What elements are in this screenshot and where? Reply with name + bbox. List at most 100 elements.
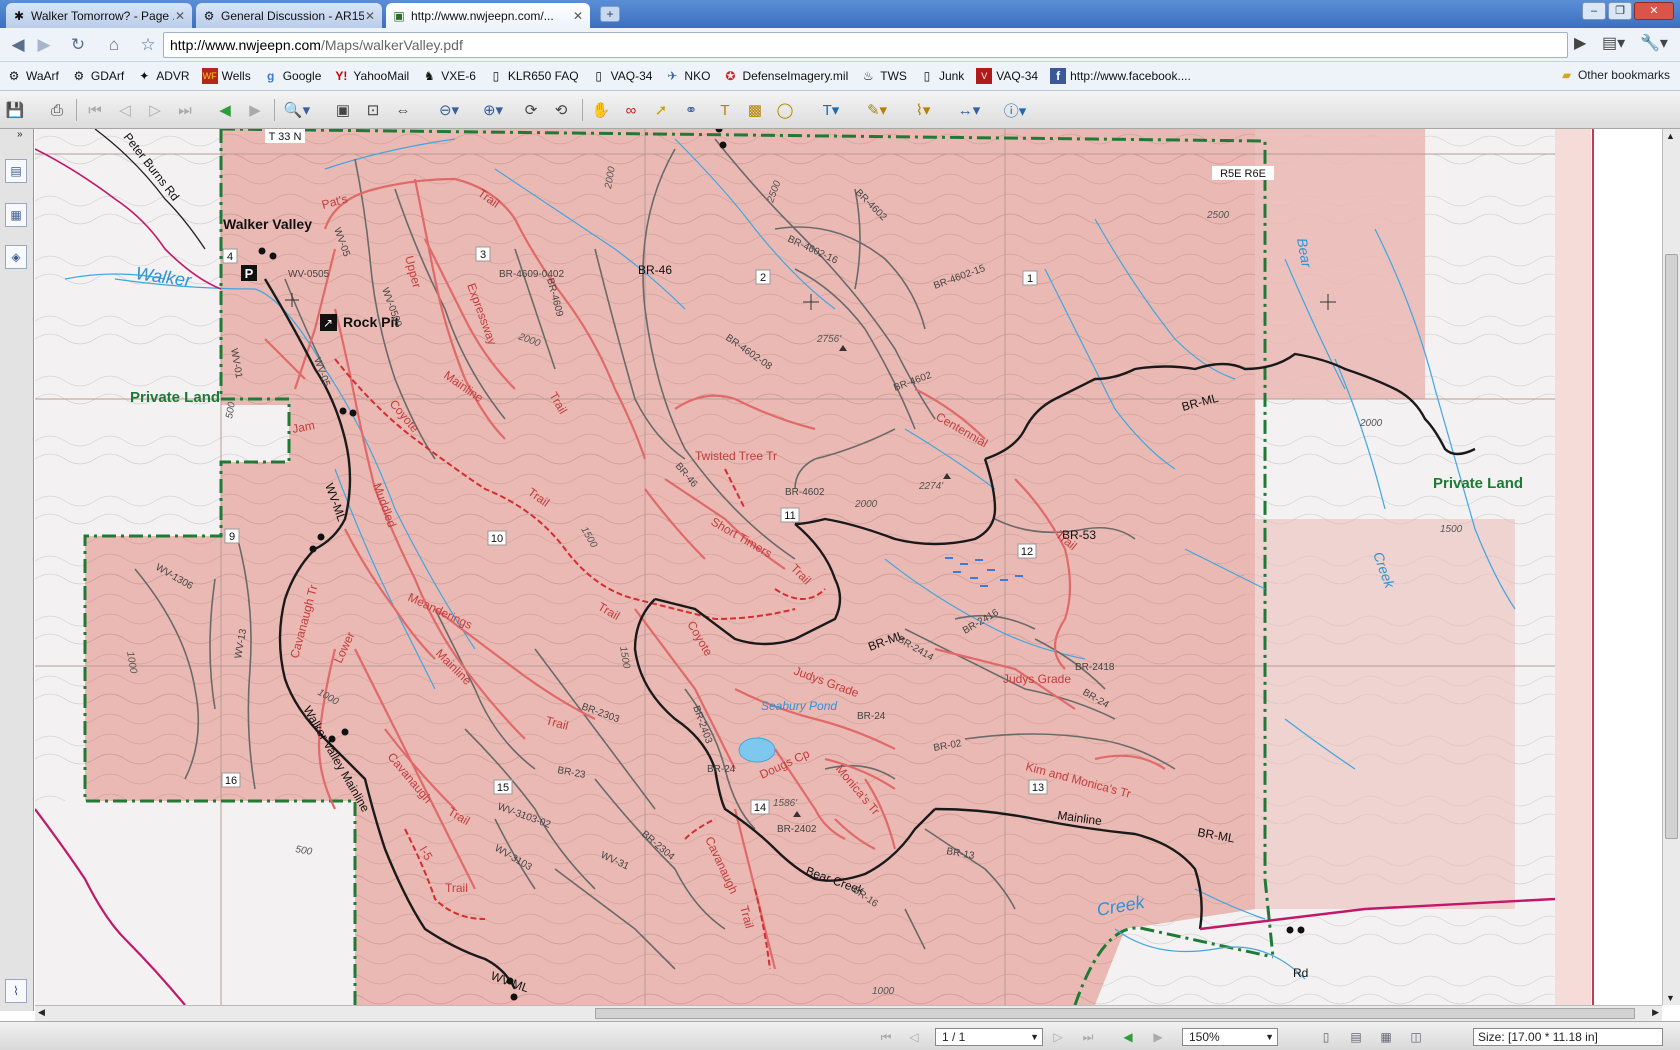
zoom-in-button[interactable]: ⊕▾ (476, 99, 510, 121)
bookmark-label: Wells (221, 69, 251, 83)
horizontal-scrollbar[interactable]: ◀ ▶ (35, 1005, 1662, 1021)
bookmark-item[interactable]: ⚙ WaArf (6, 68, 59, 84)
go-button[interactable]: ▶ (1574, 33, 1586, 53)
reload-button[interactable]: ↻ (66, 33, 90, 57)
actual-size-button[interactable]: ▣ (332, 99, 354, 121)
township-label: T 33 N (269, 131, 302, 143)
attachments-panel-button[interactable]: ⌇ (5, 979, 27, 1003)
bookmark-item[interactable]: g Google (263, 68, 321, 84)
prev-page-icon: ◁ (119, 102, 131, 119)
collapse-panel-button[interactable]: » (17, 129, 23, 140)
typewriter-tool-button[interactable]: T▾ (814, 99, 848, 121)
page-icon: ▯ (923, 69, 931, 83)
pages-panel-button[interactable]: ▤ (5, 159, 27, 183)
close-icon[interactable]: ✕ (364, 9, 376, 23)
next-page-button[interactable]: ▷ (144, 99, 166, 121)
bookmark-item[interactable]: ♨ TWS (860, 68, 907, 84)
scroll-down-icon[interactable]: ▼ (1666, 993, 1675, 1003)
rotate-cw-button[interactable]: ⟳ (520, 99, 542, 121)
prev-page-button[interactable]: ◁ (114, 99, 136, 121)
maximize-button[interactable]: ❐ (1608, 2, 1632, 20)
bookmark-item[interactable]: ✈ NKO (664, 68, 710, 84)
contour-label: 2000 (854, 499, 878, 510)
bookmark-item[interactable]: ✦ ADVR (136, 68, 189, 84)
address-bar[interactable]: http://www.nwjeepn.com/Maps/walkerValley… (163, 32, 1568, 58)
scroll-up-icon[interactable]: ▲ (1666, 131, 1675, 141)
bookmark-item[interactable]: ▯ Junk (919, 68, 965, 84)
bookmark-item[interactable]: Y! YahooMail (333, 68, 409, 84)
section-number: 2 (760, 272, 766, 284)
loupe-tool-button[interactable]: ∞ (620, 99, 642, 121)
vertical-scroll-thumb[interactable] (1665, 254, 1678, 839)
wrench-menu-button[interactable]: 🔧▾ (1640, 33, 1668, 53)
first-page-button[interactable]: ⏮ (84, 99, 106, 121)
thumbnails-panel-button[interactable]: ▦ (5, 203, 27, 227)
tab-general-discussion[interactable]: ⚙ General Discussion - AR15.... ✕ (196, 3, 382, 28)
prev-page-icon[interactable]: ◁ (906, 1029, 922, 1045)
tab-nwjeepn[interactable]: ▣ http://www.nwjeepn.com/... ✕ (386, 3, 590, 28)
bookmark-item[interactable]: ♞ VXE-6 (421, 68, 476, 84)
single-page-view-icon[interactable]: ▯ (1318, 1029, 1334, 1045)
hand-tool-button[interactable]: ✋ (590, 99, 612, 121)
bookmark-item[interactable]: ▯ VAQ-34 (591, 68, 652, 84)
close-icon[interactable]: ✕ (174, 9, 186, 23)
other-bookmarks-folder[interactable]: ▰ Other bookmarks (1562, 68, 1670, 82)
horizontal-scroll-thumb[interactable] (595, 1008, 1635, 1019)
bookmark-item[interactable]: V VAQ-34 (976, 68, 1038, 84)
green-forward-icon[interactable]: ▶ (1150, 1029, 1166, 1045)
zoom-tool-button[interactable]: 🔍▾ (280, 99, 314, 121)
facing-view-icon[interactable]: ▦ (1378, 1029, 1394, 1045)
minus-icon: ⊖▾ (438, 102, 460, 119)
minimize-button[interactable]: – (1582, 2, 1606, 20)
close-window-button[interactable]: ✕ (1634, 2, 1674, 20)
print-button[interactable]: ⎙ (46, 99, 68, 121)
text-tool-button[interactable]: T (714, 99, 736, 121)
attach-tool-button[interactable]: ⌇▾ (906, 99, 940, 121)
seabury-pond (738, 737, 776, 763)
next-page-icon[interactable]: ▷ (1050, 1029, 1066, 1045)
bookmark-item[interactable]: f http://www.facebook.... (1050, 68, 1191, 84)
bookmark-star-button[interactable]: ☆ (136, 33, 160, 57)
page-number-field[interactable]: 1 / 1 ▼ (935, 1028, 1043, 1046)
save-button[interactable]: 💾 (4, 99, 26, 121)
bookmark-item[interactable]: ⚙ GDArf (71, 68, 125, 84)
note-tool-button[interactable]: ✎▾ (860, 99, 894, 121)
toolbar-divider (582, 99, 583, 121)
forward-button[interactable]: ▶ (32, 33, 56, 57)
select-tool-button[interactable]: ➚ (650, 99, 672, 121)
home-button[interactable]: ⌂ (102, 33, 126, 57)
new-tab-button[interactable]: + (600, 6, 620, 22)
cover-view-icon[interactable]: ◫ (1408, 1029, 1424, 1045)
road-label: BR-2418 (1075, 662, 1115, 673)
tab-walker-tomorrow[interactable]: ✱ Walker Tomorrow? - Page ... ✕ (6, 3, 192, 28)
back-button[interactable]: ◀ (6, 33, 30, 57)
page-menu-button[interactable]: ▤▾ (1602, 33, 1625, 53)
find-button[interactable]: ⚭ (680, 99, 702, 121)
zoom-out-button[interactable]: ⊖▾ (432, 99, 466, 121)
last-page-icon[interactable]: ⏭ (1080, 1029, 1096, 1045)
bookmark-item[interactable]: ✪ DefenseImagery.mil (722, 68, 848, 84)
shape-tool-button[interactable]: ◯ (774, 99, 796, 121)
bookmark-item[interactable]: ▯ KLR650 FAQ (488, 68, 579, 84)
zoom-level-field[interactable]: 150% ▼ (1182, 1028, 1278, 1046)
back-view-button[interactable]: ◀ (214, 99, 236, 121)
pdf-document-view[interactable]: P ↗ 1 2 3 4 9 10 11 12 13 14 15 16 T 33 … (35, 129, 1662, 1005)
vertical-scrollbar[interactable]: ▲ ▼ (1662, 129, 1680, 1005)
info-button[interactable]: ⓘ▾ (998, 99, 1032, 121)
fit-width-button[interactable]: ⇔ (392, 99, 414, 121)
layers-panel-button[interactable]: ◈ (5, 245, 27, 269)
measure-tool-button[interactable]: ↔▾ (952, 99, 986, 121)
scroll-right-icon[interactable]: ▶ (1652, 1007, 1659, 1018)
snapshot-tool-button[interactable]: ▩ (744, 99, 766, 121)
scroll-left-icon[interactable]: ◀ (38, 1007, 45, 1018)
green-back-icon[interactable]: ◀ (1120, 1029, 1136, 1045)
forward-view-button[interactable]: ▶ (244, 99, 266, 121)
fit-page-button[interactable]: ⊡ (362, 99, 384, 121)
continuous-view-icon[interactable]: ▤ (1348, 1029, 1364, 1045)
facebook-icon: f (1050, 68, 1067, 84)
rotate-ccw-button[interactable]: ⟲ (550, 99, 572, 121)
bookmark-item[interactable]: WF Wells (201, 68, 251, 84)
last-page-button[interactable]: ⏭ (174, 99, 196, 121)
first-page-icon[interactable]: ⏮ (878, 1029, 894, 1045)
close-icon[interactable]: ✕ (572, 9, 584, 23)
